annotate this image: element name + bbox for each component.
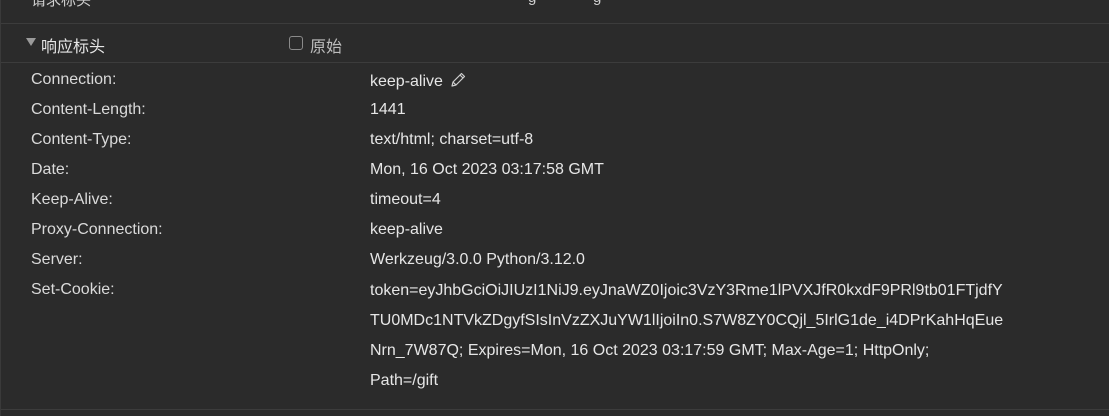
header-row-server: Server: Werkzeug/3.0.0 Python/3.12.0 xyxy=(1,246,1109,276)
header-name: Keep-Alive: xyxy=(31,191,113,208)
response-headers-panel: 请求标头 g g 响应标头 原始 Connection: keep-alive … xyxy=(0,0,1109,416)
cut-section-title: 请求标头 xyxy=(31,0,92,9)
header-value: keep-alive xyxy=(370,221,443,238)
raw-label[interactable]: 原始 xyxy=(310,33,342,57)
divider xyxy=(1,409,1109,410)
request-headers-strip-cut: 请求标头 g g xyxy=(1,0,1109,24)
header-value: Mon, 16 Oct 2023 03:17:58 GMT xyxy=(370,161,604,178)
header-name: Server: xyxy=(31,251,83,268)
set-cookie-line: token=eyJhbGciOiJIUzI1NiJ9.eyJnaWZ0Ijoic… xyxy=(370,282,1003,299)
set-cookie-line: Nrn_7W87Q; Expires=Mon, 16 Oct 2023 03:1… xyxy=(370,342,930,359)
header-name: Date: xyxy=(31,161,70,178)
cut-text-fragment: g xyxy=(528,0,536,6)
section-title[interactable]: 响应标头 xyxy=(41,33,105,57)
header-row-proxy-connection: Proxy-Connection: keep-alive xyxy=(1,216,1109,246)
header-row-date: Date: Mon, 16 Oct 2023 03:17:58 GMT xyxy=(1,156,1109,186)
set-cookie-line: Path=/gift xyxy=(370,372,439,389)
header-list: Connection: keep-alive Content-Length: 1… xyxy=(1,66,1109,396)
triangle-down-icon[interactable] xyxy=(26,38,36,46)
header-value: Werkzeug/3.0.0 Python/3.12.0 xyxy=(370,251,585,268)
response-headers-section-header[interactable]: 响应标头 原始 xyxy=(1,24,1109,63)
header-value: token=eyJhbGciOiJIUzI1NiJ9.eyJnaWZ0Ijoic… xyxy=(370,276,1060,396)
header-value-text: keep-alive xyxy=(370,73,443,90)
header-row-content-length: Content-Length: 1441 xyxy=(1,96,1109,126)
header-name: Content-Type: xyxy=(31,131,132,148)
set-cookie-line: TU0MDc1NTVkZDgyfSIsInVzZXJuYW1lIjoiIn0.S… xyxy=(370,312,1004,329)
header-row-content-type: Content-Type: text/html; charset=utf-8 xyxy=(1,126,1109,156)
header-name: Content-Length: xyxy=(31,101,146,118)
header-row-keep-alive: Keep-Alive: timeout=4 xyxy=(1,186,1109,216)
header-value: 1441 xyxy=(370,101,406,118)
header-value: keep-alive xyxy=(370,71,467,91)
pencil-icon[interactable] xyxy=(449,71,467,89)
header-name: Connection: xyxy=(31,71,117,88)
header-value: timeout=4 xyxy=(370,191,441,208)
header-row-set-cookie: Set-Cookie: token=eyJhbGciOiJIUzI1NiJ9.e… xyxy=(1,276,1109,396)
cut-text-fragment: g xyxy=(593,0,601,6)
header-name: Set-Cookie: xyxy=(31,281,115,298)
header-row-connection: Connection: keep-alive xyxy=(1,66,1109,96)
header-name: Proxy-Connection: xyxy=(31,221,163,238)
header-value: text/html; charset=utf-8 xyxy=(370,131,534,148)
raw-checkbox[interactable] xyxy=(289,36,303,50)
